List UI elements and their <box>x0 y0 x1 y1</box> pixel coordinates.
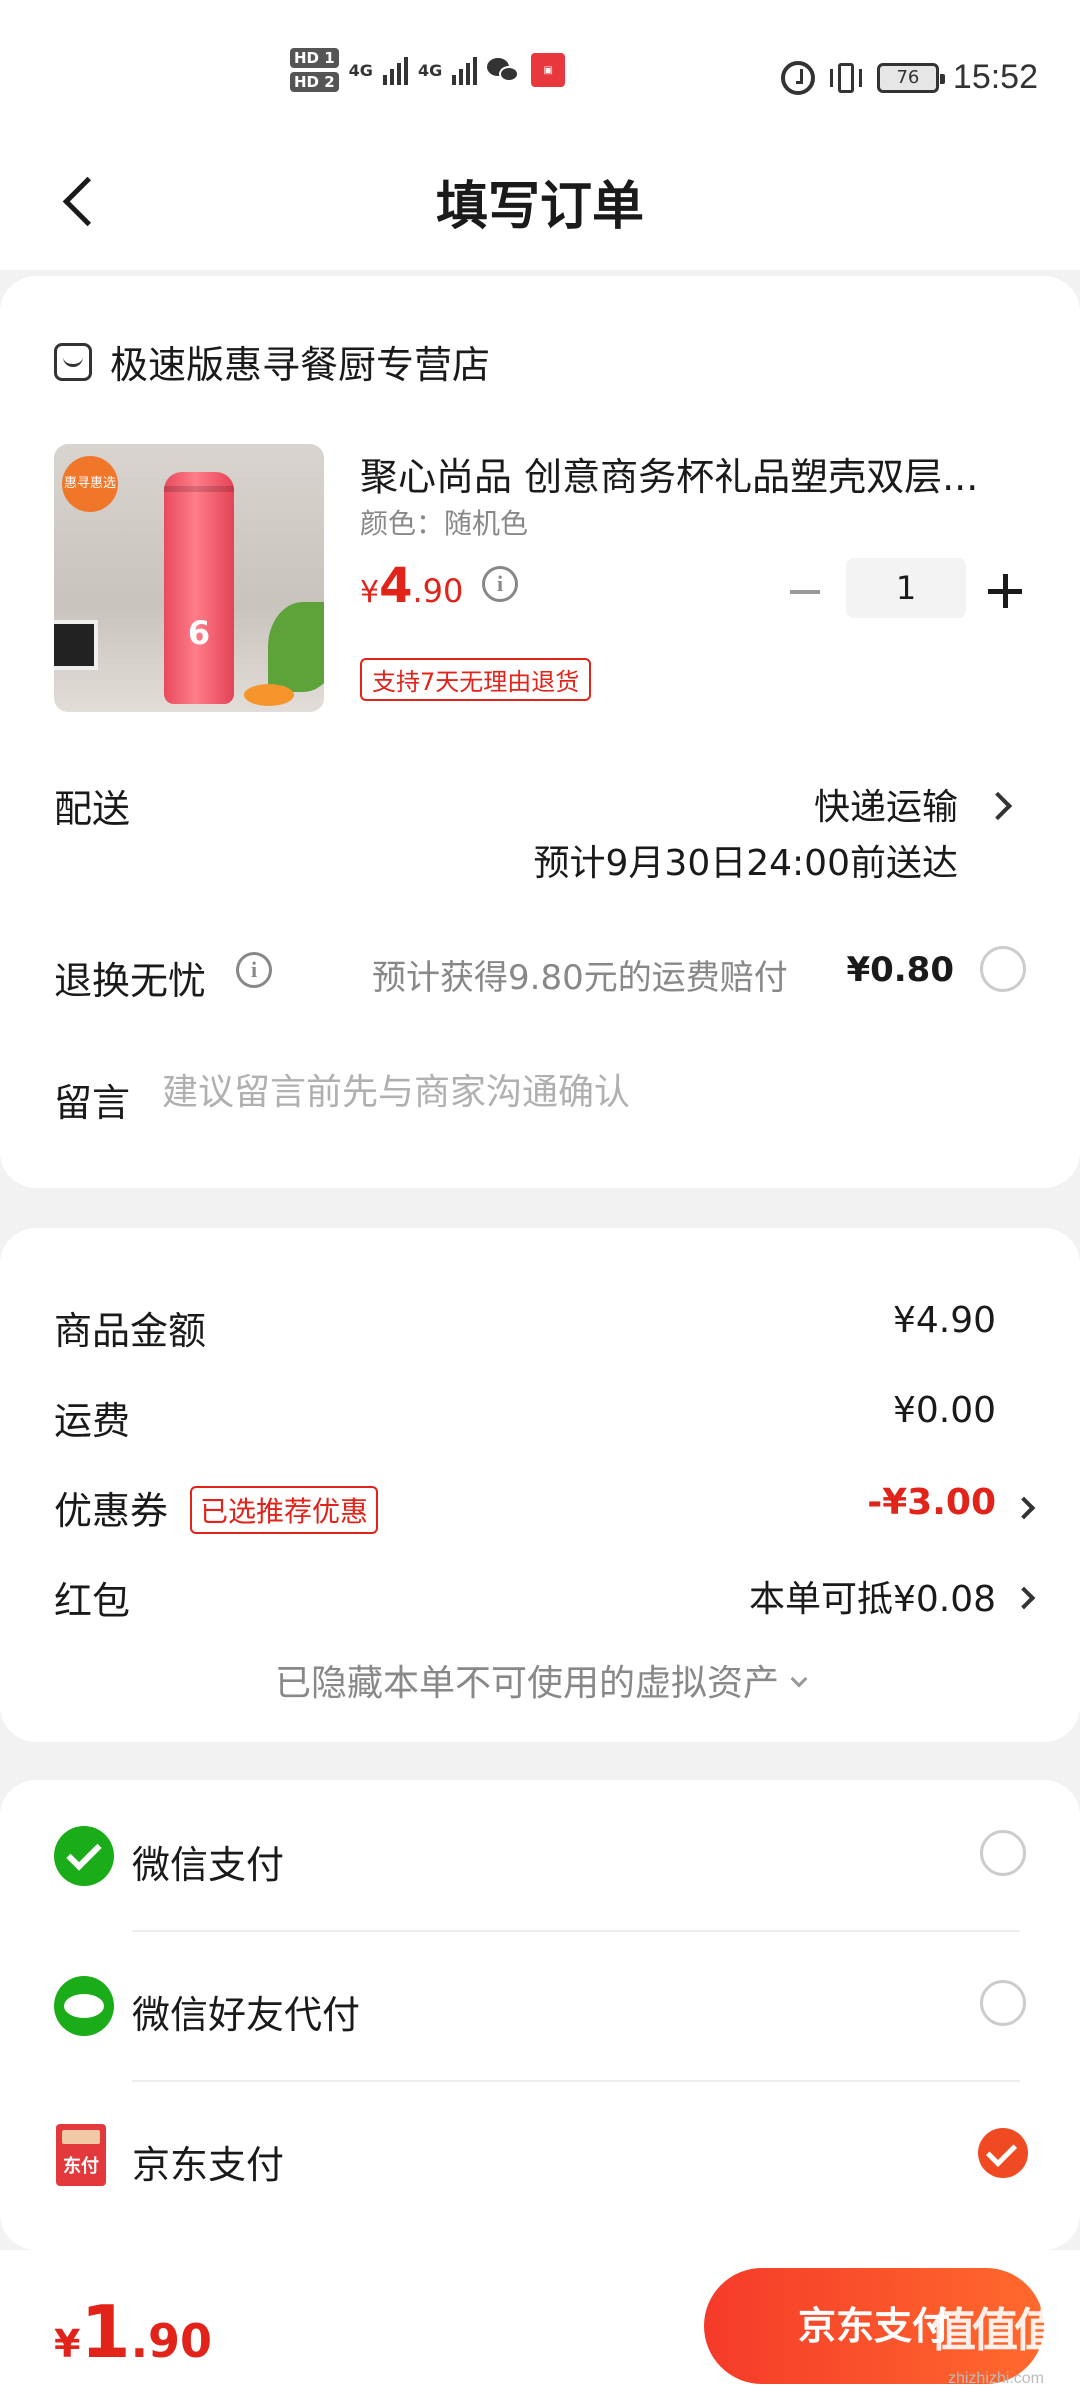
total-integer: 1 <box>80 2290 131 2374</box>
price-summary-card: 商品金额 ¥4.90 运费 ¥0.00 优惠券 已选推荐优惠 -¥3.00 红包… <box>0 1228 1080 1742</box>
battery-icon: 76 <box>876 62 945 93</box>
product-title[interactable]: 聚心尚品 创意商务杯礼品塑壳双层... <box>360 446 1000 501</box>
network-type-1: 4G <box>348 60 373 80</box>
hd1-indicator: HD 1 <box>290 48 339 68</box>
shipping-fee-value: ¥0.00 <box>892 1390 996 1431</box>
shipping-label: 配送 <box>54 787 131 831</box>
goods-amount-label: 商品金额 <box>54 1309 207 1353</box>
redpacket-value[interactable]: 本单可抵¥0.08 <box>749 1570 996 1622</box>
payment-option-label: 微信支付 <box>132 1843 285 1887</box>
hd-indicators: HD 1 HD 2 <box>290 48 339 92</box>
watermark-url: zhizhizhi.com <box>947 2370 1044 2387</box>
chevron-down-icon <box>790 1670 808 1688</box>
store-row[interactable]: 极速版惠寻餐厨专营店 <box>54 334 490 389</box>
payment-option-wechat[interactable]: 微信支付 <box>0 1780 1080 1930</box>
shipping-fee-label: 运费 <box>54 1399 131 1443</box>
hidden-assets-toggle[interactable]: 已隐藏本单不可使用的虚拟资产 <box>0 1654 1080 1706</box>
hd2-indicator: HD 2 <box>290 72 339 92</box>
product-image[interactable]: 惠寻惠选 6 <box>54 444 324 712</box>
alarm-icon <box>780 60 815 95</box>
payment-option-wechat-friend[interactable]: 微信好友代付 <box>0 1930 1080 2080</box>
product-price: ¥ 4 .90 <box>360 558 463 614</box>
page-header: 填写订单 <box>0 130 1080 270</box>
wechat-notification-icon <box>487 56 521 84</box>
insurance-label: 退换无忧 <box>54 959 207 1003</box>
checkout-bar: ¥ 1 .90 京东支付 值值值 zhizhizhi.com <box>0 2250 1080 2400</box>
payment-methods-card: 微信支付 微信好友代付 东付 京东支付 <box>0 1780 1080 2250</box>
watermark-logo: 值值值 <box>930 2303 1060 2357</box>
image-badge: 惠寻惠选 <box>62 456 118 512</box>
shipping-method[interactable]: 快递运输 <box>814 778 958 830</box>
status-right: 76 15:52 <box>780 58 1038 97</box>
payment-option-jd[interactable]: 东付 京东支付 <box>0 2080 1080 2230</box>
payment-option-label: 京东支付 <box>132 2143 285 2187</box>
image-disc-shape <box>244 684 294 706</box>
image-bottle-number: 6 <box>187 614 211 652</box>
quantity-decrease-button[interactable] <box>786 572 826 612</box>
coupon-label: 优惠券 <box>54 1489 169 1533</box>
image-box-shape <box>54 620 98 670</box>
chevron-right-icon[interactable] <box>983 791 1013 821</box>
total-decimal: .90 <box>130 2314 213 2368</box>
app-notification-icon: ▣ <box>531 53 566 87</box>
insurance-radio[interactable] <box>980 946 1026 992</box>
chevron-right-icon[interactable] <box>1012 1586 1036 1610</box>
redpacket-label: 红包 <box>54 1579 131 1623</box>
chevron-right-icon[interactable] <box>1012 1496 1036 1520</box>
wechat-friend-pay-icon <box>54 1976 114 2036</box>
vibrate-icon <box>829 61 863 95</box>
payment-option-label: 微信好友代付 <box>132 1993 361 2037</box>
shipping-eta: 预计9月30日24:00前送达 <box>533 843 958 884</box>
insurance-price: ¥0.80 <box>846 950 954 990</box>
page-title: 填写订单 <box>435 177 644 237</box>
quantity-input[interactable]: 1 <box>846 558 966 618</box>
coupon-value[interactable]: -¥3.00 <box>867 1482 996 1523</box>
image-leaf-shape <box>268 602 324 692</box>
price-integer: 4 <box>379 558 413 614</box>
store-icon <box>54 342 92 381</box>
signal-icon-2 <box>452 55 478 85</box>
order-item-card: 极速版惠寻餐厨专营店 惠寻惠选 6 聚心尚品 创意商务杯礼品塑壳双层... 颜色… <box>0 276 1080 1188</box>
status-bar: HD 1 HD 2 4G 4G ▣ 76 15:52 <box>0 0 1080 130</box>
message-label: 留言 <box>54 1081 131 1125</box>
jd-pay-icon: 东付 <box>56 2124 106 2186</box>
return-policy-badge: 支持7天无理由退货 <box>360 658 592 701</box>
insurance-description: 预计获得9.80元的运费赔付 <box>372 958 788 998</box>
message-input[interactable] <box>162 1072 1022 1113</box>
hidden-assets-text: 已隐藏本单不可使用的虚拟资产 <box>274 1663 779 1704</box>
price-info-icon[interactable]: i <box>482 566 518 602</box>
quantity-increase-button[interactable] <box>986 572 1026 612</box>
product-variant: 颜色：随机色 <box>360 507 529 540</box>
payment-radio-wechat-friend[interactable] <box>980 1980 1026 2026</box>
insurance-info-icon[interactable]: i <box>236 952 272 988</box>
image-bottle-shape <box>164 472 234 704</box>
payment-radio-wechat[interactable] <box>980 1830 1026 1876</box>
goods-amount-value: ¥4.90 <box>892 1300 996 1341</box>
network-type-2: 4G <box>417 60 443 80</box>
price-decimal: .90 <box>412 572 464 610</box>
coupon-tag: 已选推荐优惠 <box>190 1486 379 1534</box>
status-time: 15:52 <box>952 58 1038 96</box>
total-price: ¥ 1 .90 <box>54 2290 212 2374</box>
signal-icon <box>382 55 408 85</box>
store-name: 极速版惠寻餐厨专营店 <box>110 343 491 387</box>
price-currency: ¥ <box>360 575 380 610</box>
wechat-pay-icon <box>54 1826 114 1886</box>
payment-radio-jd-checked[interactable] <box>978 2128 1028 2178</box>
status-left: HD 1 HD 2 4G 4G ▣ <box>290 48 566 92</box>
total-currency: ¥ <box>54 2322 81 2366</box>
